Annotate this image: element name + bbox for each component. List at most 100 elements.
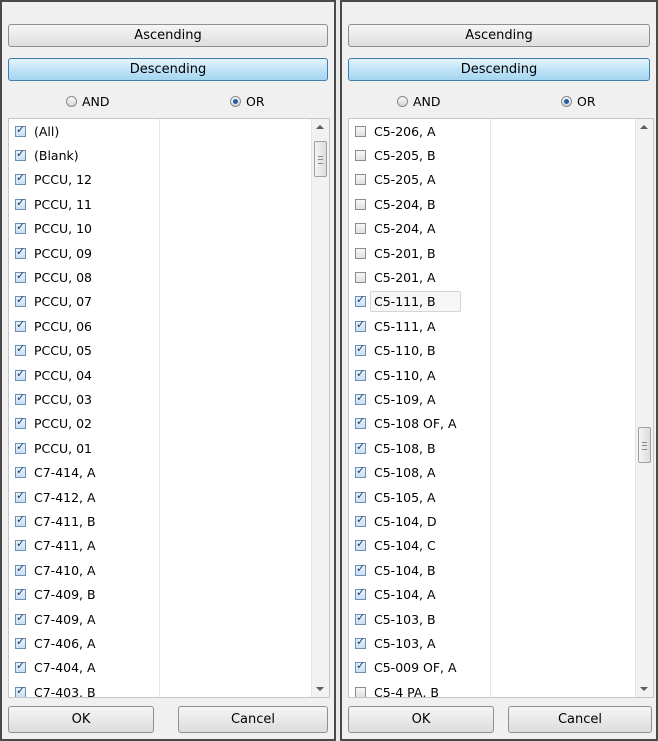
checkbox-checked-icon[interactable] (15, 684, 26, 697)
checkbox-checked-icon[interactable] (15, 415, 26, 430)
ok-button[interactable]: OK (348, 706, 494, 733)
list-item[interactable]: C7-409, A (9, 607, 311, 631)
scrollbar-thumb[interactable] (314, 141, 327, 177)
list-item[interactable]: PCCU, 04 (9, 363, 311, 387)
checkbox-checked-icon[interactable] (15, 586, 26, 601)
list-item[interactable]: C5-110, B (349, 339, 635, 363)
checkbox-checked-icon[interactable] (15, 220, 26, 235)
checkbox-checked-icon[interactable] (355, 586, 366, 601)
checkbox-icon[interactable] (355, 174, 366, 186)
vertical-scrollbar[interactable] (311, 119, 329, 697)
checkbox-checked-icon[interactable] (15, 147, 26, 162)
checkbox-checked-icon[interactable] (15, 440, 26, 454)
list-item[interactable]: C5-104, C (349, 534, 635, 558)
list-item[interactable]: PCCU, 08 (9, 265, 311, 289)
checkbox-checked-icon[interactable] (15, 489, 26, 503)
checkbox-checked-icon[interactable] (15, 659, 26, 674)
list-item[interactable]: C7-414, A (9, 460, 311, 484)
list-item[interactable]: C5-104, B (349, 558, 635, 582)
scroll-up-arrow-icon[interactable] (316, 125, 324, 129)
or-radio[interactable]: OR (561, 94, 596, 109)
list-item[interactable]: C7-410, A (9, 558, 311, 582)
list-item[interactable]: PCCU, 05 (9, 339, 311, 363)
list-item[interactable]: C5-201, B (349, 241, 635, 265)
list-item[interactable]: C5-104, D (349, 509, 635, 533)
list-item[interactable]: C5-103, A (349, 631, 635, 655)
list-item[interactable]: C5-204, A (349, 217, 635, 241)
list-item[interactable]: PCCU, 01 (9, 436, 311, 460)
checkbox-icon[interactable] (355, 198, 366, 210)
filter-value-list[interactable]: (All) (Blank) PCCU, 12 PCCU, 11 PCCU, 10 PCCU… (8, 118, 330, 698)
list-item[interactable]: C5-108 OF, A (349, 412, 635, 436)
checkbox-checked-icon[interactable] (15, 537, 26, 552)
list-item[interactable]: PCCU, 10 (9, 217, 311, 241)
checkbox-icon[interactable] (355, 272, 366, 284)
list-item[interactable]: C5-108, B (349, 436, 635, 460)
checkbox-checked-icon[interactable] (15, 245, 26, 259)
checkbox-checked-icon[interactable] (15, 171, 26, 186)
scrollbar-thumb[interactable] (638, 427, 651, 463)
list-item[interactable]: C7-406, A (9, 631, 311, 655)
list-item[interactable]: C5-110, A (349, 363, 635, 387)
list-item[interactable]: C5-105, A (349, 485, 635, 509)
checkbox-checked-icon[interactable] (15, 611, 26, 625)
and-radio[interactable]: AND (397, 94, 441, 109)
checkbox-checked-icon[interactable] (355, 464, 366, 479)
checkbox-checked-icon[interactable] (355, 659, 366, 674)
checkbox-icon[interactable] (355, 125, 366, 137)
checkbox-checked-icon[interactable] (355, 537, 366, 552)
checkbox-checked-icon[interactable] (15, 318, 26, 332)
list-item[interactable]: C7-409, B (9, 582, 311, 606)
list-item[interactable]: PCCU, 07 (9, 290, 311, 314)
checkbox-icon[interactable] (355, 247, 366, 259)
checkbox-checked-icon[interactable] (15, 123, 26, 137)
list-item[interactable]: C5-205, B (349, 143, 635, 167)
list-item[interactable]: C7-412, A (9, 485, 311, 509)
checkbox-checked-icon[interactable] (15, 562, 26, 576)
list-item[interactable]: PCCU, 02 (9, 412, 311, 436)
sort-descending-button[interactable]: Descending (8, 58, 328, 81)
filter-value-list[interactable]: C5-206, A C5-205, B C5-205, A C5-204, B C5-2… (348, 118, 654, 698)
checkbox-checked-icon[interactable] (15, 293, 26, 308)
vertical-scrollbar[interactable] (635, 119, 653, 697)
checkbox-checked-icon[interactable] (355, 415, 366, 430)
checkbox-checked-icon[interactable] (355, 635, 366, 649)
list-item[interactable]: PCCU, 09 (9, 241, 311, 265)
list-item[interactable]: C5-104, A (349, 582, 635, 606)
checkbox-checked-icon[interactable] (15, 269, 26, 284)
checkbox-icon[interactable] (355, 150, 366, 162)
checkbox-icon[interactable] (355, 223, 366, 235)
ok-button[interactable]: OK (8, 706, 154, 733)
scroll-down-arrow-icon[interactable] (316, 687, 324, 691)
list-item[interactable]: C5-103, B (349, 607, 635, 631)
checkbox-checked-icon[interactable] (15, 513, 26, 527)
list-item[interactable]: C5-108, A (349, 460, 635, 484)
sort-descending-button[interactable]: Descending (348, 58, 650, 81)
checkbox-checked-icon[interactable] (15, 464, 26, 479)
scroll-down-arrow-icon[interactable] (640, 687, 648, 691)
list-item[interactable]: C7-403, B (9, 680, 311, 697)
list-item[interactable]: C7-411, A (9, 534, 311, 558)
list-item[interactable]: C5-109, A (349, 387, 635, 411)
list-item[interactable]: PCCU, 03 (9, 387, 311, 411)
scroll-up-arrow-icon[interactable] (640, 125, 648, 129)
list-item[interactable]: (All) (9, 119, 311, 143)
checkbox-checked-icon[interactable] (355, 562, 366, 576)
sort-ascending-button[interactable]: Ascending (348, 24, 650, 47)
list-item[interactable]: C5-111, B (349, 290, 635, 314)
checkbox-checked-icon[interactable] (15, 367, 26, 381)
checkbox-checked-icon[interactable] (15, 391, 26, 405)
checkbox-checked-icon[interactable] (15, 196, 26, 210)
checkbox-checked-icon[interactable] (15, 342, 26, 357)
list-item[interactable]: C5-206, A (349, 119, 635, 143)
list-item[interactable]: C5-4 PA, B (349, 680, 635, 697)
list-item[interactable]: (Blank) (9, 143, 311, 167)
or-radio[interactable]: OR (230, 94, 265, 109)
checkbox-checked-icon[interactable] (355, 513, 366, 527)
list-item[interactable]: C5-009 OF, A (349, 656, 635, 680)
checkbox-checked-icon[interactable] (355, 489, 366, 503)
list-item[interactable]: PCCU, 06 (9, 314, 311, 338)
list-item[interactable]: C7-404, A (9, 656, 311, 680)
list-item[interactable]: C7-411, B (9, 509, 311, 533)
checkbox-checked-icon[interactable] (355, 367, 366, 381)
